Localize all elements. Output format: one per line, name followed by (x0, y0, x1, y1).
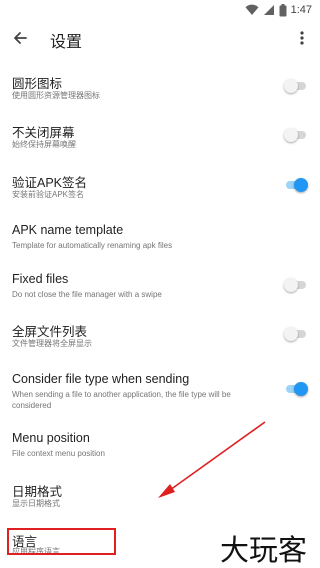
wifi-icon (245, 4, 259, 15)
setting-title: 不关闭屏幕 (12, 126, 75, 140)
annotation-highlight-box (7, 528, 116, 555)
setting-round-icons[interactable]: 圆形图标 使用圆形资源管理器图标 (0, 73, 320, 113)
svg-text:大玩客: 大玩客 (220, 533, 307, 566)
battery-icon (279, 3, 287, 16)
verify-apk-signature-switch[interactable] (284, 178, 308, 192)
overflow-menu-button[interactable] (290, 24, 314, 52)
setting-verify-apk-signature[interactable]: 验证APK签名 安装前验证APK签名 (0, 172, 320, 212)
arrow-back-icon (14, 32, 27, 44)
setting-summary: When sending a file to another applicati… (12, 390, 231, 410)
round-icons-switch[interactable] (284, 79, 308, 93)
setting-summary: 安装前验证APK签名 (12, 190, 85, 199)
more-vert-icon (300, 31, 304, 45)
setting-apk-name-template[interactable]: APK name template Template for automatic… (0, 223, 320, 263)
setting-summary: 始终保持屏幕唤醒 (12, 140, 76, 149)
setting-title: Consider file type when sending (12, 372, 190, 386)
setting-summary: File context menu position (12, 449, 105, 458)
setting-title: 全屏文件列表 (12, 325, 88, 339)
toolbar: 设置 (0, 20, 320, 56)
setting-fullscreen-file-list[interactable]: 全屏文件列表 文件管理器将全屏显示 (0, 321, 320, 361)
signal-icon (263, 5, 274, 15)
fullscreen-file-list-switch[interactable] (284, 327, 308, 341)
setting-summary: 文件管理器将全屏显示 (12, 339, 92, 348)
status-icons: 1:47 (245, 3, 312, 17)
setting-summary: 显示日期格式 (12, 499, 60, 508)
setting-keep-screen-on[interactable]: 不关闭屏幕 始终保持屏幕唤醒 (0, 122, 320, 162)
setting-title: Fixed files (12, 272, 69, 286)
setting-consider-file-type[interactable]: Consider file type when sending When sen… (0, 372, 320, 422)
setting-summary: 使用圆形资源管理器图标 (12, 91, 100, 100)
back-button[interactable] (6, 24, 34, 52)
watermark-logo: 大玩客 (220, 533, 307, 566)
keep-screen-on-switch[interactable] (284, 128, 308, 142)
setting-title: Menu position (12, 431, 90, 445)
setting-date-format[interactable]: 日期格式 显示日期格式 (0, 481, 320, 521)
setting-title: 验证APK签名 (12, 176, 88, 190)
consider-file-type-switch[interactable] (284, 382, 308, 396)
setting-title: 日期格式 (12, 485, 63, 499)
setting-summary: Do not close the file manager with a swi… (12, 290, 162, 299)
status-bar: 1:47 (0, 0, 320, 20)
status-time: 1:47 (290, 4, 312, 16)
setting-title: APK name template (12, 223, 124, 237)
fixed-files-switch[interactable] (284, 278, 308, 292)
setting-menu-position[interactable]: Menu position File context menu position (0, 431, 320, 471)
setting-title: 圆形图标 (12, 77, 63, 91)
setting-summary: Template for automatically renaming apk … (12, 241, 173, 250)
setting-fixed-files[interactable]: Fixed files Do not close the file manage… (0, 272, 320, 312)
page-title: 设置 (50, 34, 83, 51)
